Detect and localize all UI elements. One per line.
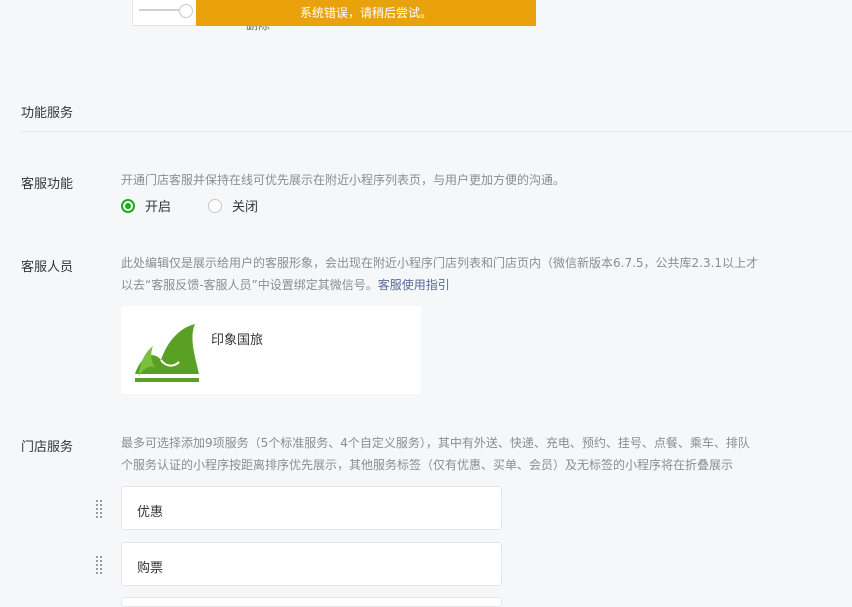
radio-checked-icon	[121, 198, 135, 213]
radio-unchecked-icon	[208, 198, 222, 213]
staff-description-line1: 此处编辑仅是展示给用户的客服形象，会出现在附近小程序门店列表和门店页内（微信新版…	[121, 256, 759, 270]
thumbnail-text-line	[139, 9, 179, 11]
thumbnail-seal	[179, 4, 193, 18]
store-services-label: 门店服务	[21, 440, 74, 455]
customer-service-description: 开通门店客服并保持在线可优先展示在附近小程序列表页，与用户更加方便的沟通。	[121, 173, 566, 187]
uploaded-image-thumbnail[interactable]	[132, 0, 197, 26]
staff-name: 印象国旅	[211, 333, 264, 348]
staff-description-line2-text: 以去“客服反馈-客服人员”中设置绑定其微信号。	[121, 278, 378, 292]
green-logo-icon	[135, 324, 199, 382]
store-services-description-line2: 个服务认证的小程序按距离排序优先展示，其他服务标签（仅有优惠、买单、会员）及无标…	[121, 458, 734, 472]
service-field[interactable]: 优惠	[121, 486, 502, 530]
drag-handle-icon[interactable]	[92, 500, 108, 518]
service-label: 优惠	[137, 505, 164, 520]
service-item: 购票	[92, 542, 504, 588]
service-field[interactable]: 购票	[121, 542, 502, 586]
service-label: 购票	[137, 561, 164, 576]
section-divider	[21, 131, 852, 132]
error-toast: 系统错误，请稍后尝试。	[196, 0, 536, 26]
page: 删除 系统错误，请稍后尝试。 功能服务 客服功能 开通门店客服并保持在线可优先展…	[0, 0, 852, 607]
staff-card[interactable]: 印象国旅	[121, 306, 421, 394]
staff-description-line2: 以去“客服反馈-客服人员”中设置绑定其微信号。客服使用指引	[121, 274, 450, 296]
drag-handle-icon[interactable]	[92, 556, 108, 574]
section-title: 功能服务	[21, 106, 74, 121]
guide-link[interactable]: 客服使用指引	[378, 278, 450, 292]
radio-enable-label: 开启	[145, 200, 172, 215]
radio-disable-label: 关闭	[232, 200, 259, 215]
store-services-description-line1: 最多可选择添加9项服务（5个标准服务、4个自定义服务），其中有外送、快递、充电、…	[121, 436, 750, 450]
radio-disable[interactable]: 关闭	[208, 196, 258, 215]
staff-label: 客服人员	[21, 260, 74, 275]
customer-service-label: 客服功能	[21, 177, 74, 192]
service-field-partial[interactable]	[121, 597, 502, 607]
service-item: 优惠	[92, 486, 504, 532]
radio-enable[interactable]: 开启	[121, 196, 171, 215]
